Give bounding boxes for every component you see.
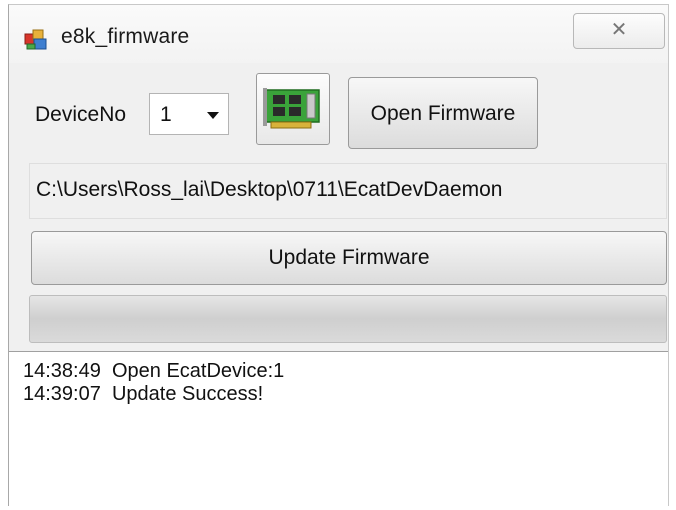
app-icon: [24, 29, 47, 50]
update-firmware-label: Update Firmware: [268, 246, 430, 269]
log-time: 14:39:07: [23, 383, 101, 405]
log-message: Open EcatDevice:1: [100, 360, 285, 382]
update-firmware-button[interactable]: Update Firmware: [31, 231, 667, 285]
log-time: 14:38:49: [23, 360, 101, 382]
log-line: 14:39:07 Update Success!: [23, 383, 263, 406]
update-progress-bar: [29, 295, 667, 343]
title-bar[interactable]: e8k_firmware ✕: [9, 5, 668, 63]
log-message: Update Success!: [100, 383, 264, 405]
dropdown-arrow-icon[interactable]: [207, 112, 219, 119]
app-window: e8k_firmware ✕ DeviceNo 1 Open Firmware …: [8, 4, 669, 507]
device-number-select[interactable]: 1: [149, 93, 229, 135]
close-button[interactable]: ✕: [573, 13, 665, 49]
device-number-label: DeviceNo: [35, 103, 127, 126]
pci-card-icon: [263, 88, 320, 129]
firmware-path-field: C:\Users\Ross_lai\Desktop\0711\EcatDevDa…: [29, 163, 667, 219]
log-output[interactable]: 14:38:49 Open EcatDevice:1 14:39:07 Updat…: [9, 351, 668, 507]
open-firmware-button[interactable]: Open Firmware: [348, 77, 538, 149]
firmware-path-text: C:\Users\Ross_lai\Desktop\0711\EcatDevDa…: [36, 178, 503, 201]
close-icon: ✕: [610, 19, 628, 41]
log-line: 14:38:49 Open EcatDevice:1: [23, 360, 284, 383]
open-firmware-label: Open Firmware: [370, 102, 516, 125]
device-card-button[interactable]: [256, 73, 330, 145]
device-number-value: 1: [160, 103, 172, 126]
window-title: e8k_firmware: [61, 25, 190, 48]
